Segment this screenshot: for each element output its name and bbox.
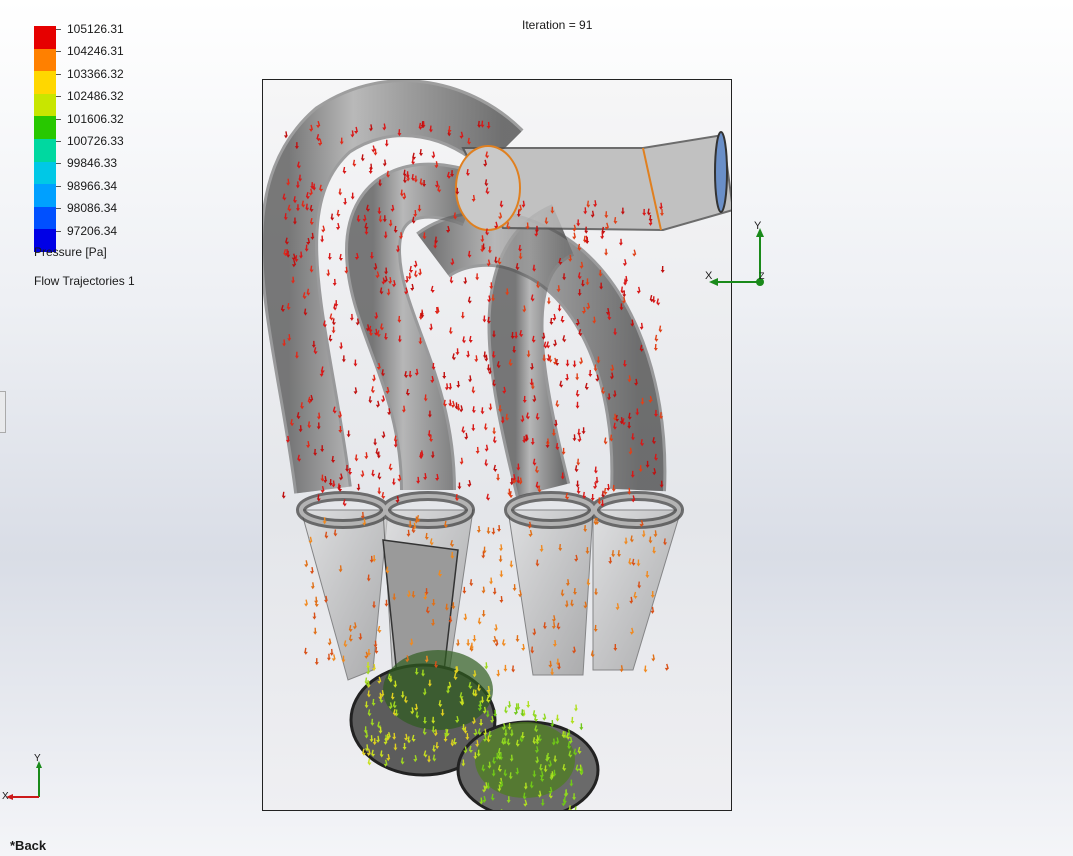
legend-color-swatch	[34, 138, 56, 162]
legend-value: 102486.32	[67, 89, 124, 104]
legend-value: 101606.32	[67, 111, 124, 126]
legend-title: Pressure [Pa]	[34, 245, 107, 259]
corner-x-label: X	[2, 791, 9, 802]
legend-tick	[56, 51, 61, 53]
legend-tick	[56, 185, 61, 187]
view-orientation-triad: Y X Z	[705, 220, 775, 295]
legend-tick	[56, 141, 61, 142]
legend-subtitle: Flow Trajectories 1	[34, 274, 135, 288]
legend-color-swatch	[34, 161, 56, 185]
legend-value: 97206.34	[67, 223, 118, 238]
legend-tick	[56, 208, 61, 210]
corner-axis-indicator: Y X	[0, 753, 50, 805]
legend-color-swatch	[34, 206, 56, 230]
legend-value: 103366.32	[67, 66, 124, 81]
legend-value: 105126.31	[67, 22, 124, 36]
legend-tick	[56, 163, 61, 165]
legend-color-bar	[34, 26, 56, 252]
legend-value: 99846.33	[67, 156, 118, 171]
side-panel-handle[interactable]	[0, 391, 6, 433]
legend-tick	[56, 73, 61, 75]
legend-color-swatch	[34, 26, 56, 49]
legend-value: 98966.34	[67, 178, 118, 193]
legend-value: 98086.34	[67, 201, 118, 216]
legend-color-swatch	[34, 71, 56, 94]
iteration-label: Iteration = 91	[522, 18, 593, 32]
graphics-viewport[interactable]	[262, 79, 732, 811]
legend-value: 100726.33	[67, 134, 124, 148]
legend-tick	[56, 96, 61, 98]
corner-y-label: Y	[34, 753, 41, 764]
triad-y-label: Y	[754, 220, 762, 232]
legend-tick	[56, 118, 61, 120]
back-link[interactable]: *Back	[10, 838, 46, 853]
legend-value: 104246.31	[67, 44, 124, 59]
legend-tick	[56, 29, 61, 30]
legend-color-swatch	[34, 48, 56, 72]
legend-tick	[56, 230, 61, 232]
legend-color-swatch	[34, 116, 56, 139]
triad-x-label: X	[705, 270, 713, 282]
legend-color-swatch	[34, 184, 56, 207]
triad-z-label: Z	[759, 271, 765, 281]
exhaust-header-model	[263, 80, 731, 810]
legend-color-swatch	[34, 93, 56, 117]
